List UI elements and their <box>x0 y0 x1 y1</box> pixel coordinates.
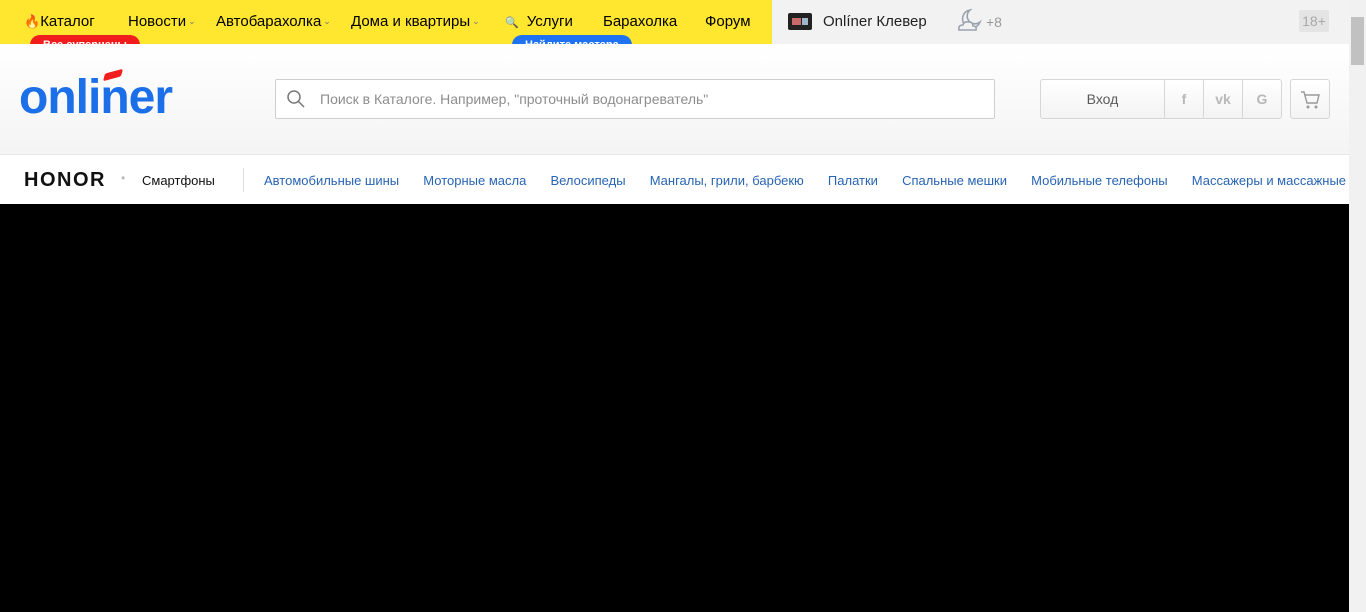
chevron-down-icon: ⌄ <box>472 16 480 26</box>
chevron-down-icon: ⌄ <box>188 16 196 26</box>
catalog-quicklinks-bar: HONOR • Смартфоны Автомобильные шины Мот… <box>0 154 1349 205</box>
category-link[interactable]: Массажеры и массажные <box>1192 173 1346 188</box>
scrollbar-thumb[interactable] <box>1351 17 1364 65</box>
nav-services[interactable]: 🔍 Услуги <box>505 13 573 30</box>
category-link[interactable]: Спальные мешки <box>902 173 1007 188</box>
clever-card-icon <box>788 13 812 30</box>
weather-night-cloud-icon[interactable] <box>954 6 984 36</box>
clever-link[interactable]: Onlíner Клевер <box>823 13 927 30</box>
main-content-area <box>0 204 1349 612</box>
brand-category-link[interactable]: Смартфоны <box>142 173 215 188</box>
facebook-login-icon[interactable]: f <box>1164 80 1203 118</box>
nav-forum[interactable]: Форум <box>705 13 751 30</box>
cart-button[interactable] <box>1290 79 1330 119</box>
category-link[interactable]: Палатки <box>828 173 878 188</box>
chevron-down-icon: ⌄ <box>323 16 331 26</box>
nav-autobaraholka[interactable]: Автобарахолка ⌄ <box>216 13 331 30</box>
category-link[interactable]: Велосипеды <box>550 173 625 188</box>
site-header: onliner Вход f vk G <box>0 44 1349 154</box>
age-rating-badge: 18+ <box>1299 10 1329 32</box>
nav-baraholka[interactable]: Барахолка <box>603 13 677 30</box>
cart-icon <box>1301 91 1320 109</box>
onliner-logo[interactable]: onliner <box>19 68 173 128</box>
category-link[interactable]: Мангалы, грили, барбекю <box>650 173 804 188</box>
vk-login-icon[interactable]: vk <box>1203 80 1242 118</box>
vertical-scrollbar[interactable] <box>1349 0 1366 612</box>
category-link[interactable]: Моторные масла <box>423 173 526 188</box>
search-icon: 🔍 <box>505 17 519 29</box>
google-login-icon[interactable]: G <box>1242 80 1281 118</box>
nav-realty[interactable]: Дома и квартиры ⌄ <box>351 13 480 30</box>
honor-brand-logo[interactable]: HONOR <box>24 169 106 192</box>
search-icon <box>287 90 305 108</box>
top-navigation-bar: 🔥Каталог Новости ⌄ Автобарахолка ⌄ Дома и … <box>0 0 1349 44</box>
temperature[interactable]: +8 <box>986 14 1002 30</box>
separator-dot: • <box>121 171 126 185</box>
category-link[interactable]: Мобильные телефоны <box>1031 173 1168 188</box>
search-input[interactable] <box>320 80 980 118</box>
category-links: Автомобильные шины Моторные масла Велоси… <box>264 173 1349 188</box>
divider <box>243 168 244 192</box>
nav-news[interactable]: Новости ⌄ <box>128 13 196 30</box>
fire-icon: 🔥 <box>24 14 41 29</box>
nav-catalog[interactable]: 🔥Каталог <box>24 13 95 30</box>
login-button[interactable]: Вход <box>1041 80 1164 118</box>
login-group: Вход f vk G <box>1040 79 1282 119</box>
catalog-search[interactable] <box>275 79 995 119</box>
category-link[interactable]: Автомобильные шины <box>264 173 399 188</box>
